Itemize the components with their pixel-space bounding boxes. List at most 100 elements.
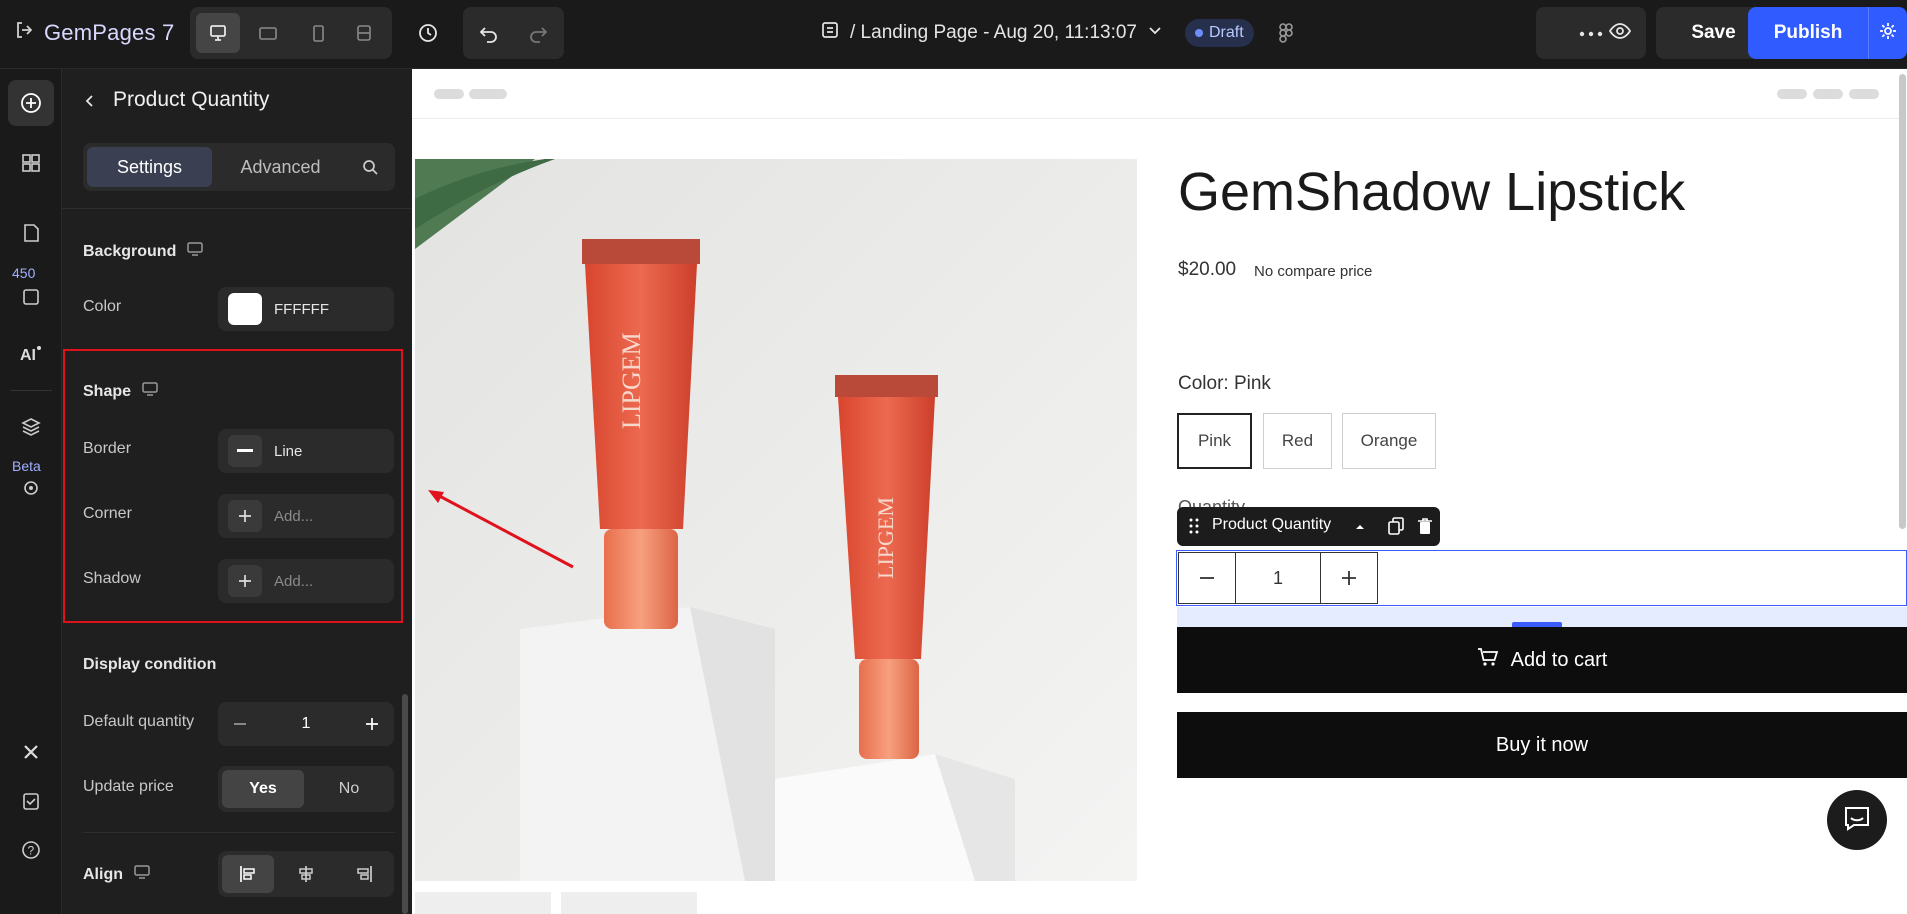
undo-redo-group [463,7,564,59]
color-option-label: Color: Pink [1178,373,1271,395]
buy-now-button[interactable]: Buy it now [1177,712,1907,778]
corner-field[interactable]: Add... [218,494,394,538]
status-badge: Draft [1185,19,1254,47]
publish-button[interactable]: Publish [1748,7,1868,59]
color-label: Color [83,298,122,315]
color-picker[interactable]: FFFFFF [218,287,394,331]
plus-icon [228,500,262,532]
tablet-landscape-icon[interactable] [246,13,290,53]
variant-orange[interactable]: Orange [1342,413,1436,469]
chat-icon [1843,805,1871,836]
variant-red[interactable]: Red [1263,413,1332,469]
publish-settings-button[interactable] [1868,7,1907,59]
panel-title: Product Quantity [113,88,270,111]
cart-icon [1477,647,1499,673]
panel-tabs: Settings Advanced [83,143,395,191]
app-root: GemPages 7 / Landing Page - Aug 20, 11:1… [0,0,1907,914]
chevron-down-icon [1147,22,1163,44]
help-icon[interactable]: ? [8,827,54,873]
responsive-icon[interactable] [342,13,386,53]
color-option-name: Color: [1178,373,1229,394]
duplicate-icon[interactable] [1388,517,1404,540]
preview-button[interactable] [1593,7,1646,59]
align-left-icon[interactable] [222,855,274,893]
desktop-icon [141,381,159,402]
status-dot [1195,29,1203,37]
product-image[interactable]: LIPGEM LIPGEM [415,159,1137,881]
left-rail: 450 AI Beta ? [0,69,62,914]
element-name[interactable]: Product Quantity [1212,516,1331,534]
x-icon[interactable] [8,729,54,775]
sections-icon[interactable] [8,140,54,186]
section-divider [83,832,395,833]
border-label: Border [83,440,132,457]
color-swatch[interactable] [228,293,262,325]
pages-icon[interactable] [8,210,54,256]
desktop-icon[interactable] [196,13,240,53]
chat-launcher[interactable] [1827,790,1887,850]
canvas-header-placeholder [412,69,1907,119]
svg-text:AI: AI [20,347,36,364]
caret-up-icon[interactable] [1355,519,1365,537]
align-options [218,851,394,897]
search-icon[interactable] [349,147,391,187]
device-switcher [190,7,392,59]
header-logo-placeholder [434,89,464,99]
background-section-title: Background [83,241,204,262]
history-icon[interactable] [406,11,450,55]
checklist-icon[interactable] [8,778,54,824]
redo-icon[interactable] [516,11,560,55]
align-title: Align [83,865,123,883]
add-element-icon[interactable] [8,80,54,126]
back-arrow-icon[interactable] [78,89,102,113]
gear-icon [1878,21,1898,46]
undo-icon[interactable] [467,11,511,55]
tab-settings[interactable]: Settings [87,147,212,187]
border-field[interactable]: Line [218,429,394,473]
minus-icon[interactable] [1179,553,1236,603]
rail-divider [10,390,52,391]
page-icon [820,20,840,46]
panel-scrollbar[interactable] [402,694,408,914]
figma-icon[interactable] [1264,11,1308,55]
ai-icon[interactable]: AI [8,331,54,377]
canvas-scrollbar[interactable] [1899,74,1906,529]
align-section-title: Align [83,864,151,885]
layers-icon[interactable] [8,404,54,450]
page-title: / Landing Page - Aug 20, 11:13:07 [850,22,1137,43]
update-price-no[interactable]: No [308,770,390,808]
default-quantity-value[interactable]: 1 [262,702,350,746]
page-selector[interactable]: / Landing Page - Aug 20, 11:13:07 [820,14,1163,52]
display-condition-title: Display condition [83,656,216,674]
plus-icon[interactable] [350,702,394,746]
align-right-icon[interactable] [338,855,390,893]
element-toolbar: Product Quantity [1177,507,1440,546]
panel-header: Product Quantity Settings Advanced [62,69,412,209]
svg-text:?: ? [28,844,35,858]
corner-placeholder: Add... [274,507,314,525]
minus-icon[interactable] [218,702,262,746]
update-price-yes[interactable]: Yes [222,770,304,808]
update-price-toggle: Yes No [218,766,394,812]
library-icon[interactable] [8,274,54,320]
plus-icon[interactable] [1321,553,1377,603]
align-center-icon[interactable] [280,855,332,893]
add-to-cart-button[interactable]: Add to cart [1177,627,1907,693]
product-price: $20.00 [1178,259,1237,280]
corner-label: Corner [83,505,132,522]
shadow-field[interactable]: Add... [218,559,394,603]
product-thumbnail[interactable] [415,892,551,914]
product-thumbnail[interactable] [561,892,697,914]
quantity-input[interactable]: 1 [1236,553,1321,603]
theme-icon[interactable] [8,465,54,511]
header-nav-placeholder [1849,89,1879,99]
settings-panel: Product Quantity Settings Advanced Backg… [62,69,412,914]
drag-handle-icon[interactable] [1189,518,1199,539]
mobile-icon[interactable] [296,13,340,53]
tab-advanced[interactable]: Advanced [218,147,343,187]
shadow-label: Shadow [83,570,141,587]
logo[interactable]: GemPages 7 [14,17,174,49]
plus-icon [228,565,262,597]
variant-pink[interactable]: Pink [1177,413,1252,469]
trash-icon[interactable] [1417,517,1433,540]
